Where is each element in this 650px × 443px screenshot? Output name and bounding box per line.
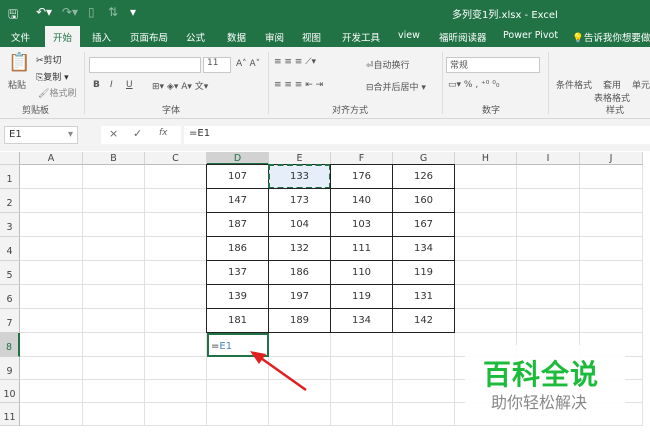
red-arrow — [250, 351, 307, 392]
